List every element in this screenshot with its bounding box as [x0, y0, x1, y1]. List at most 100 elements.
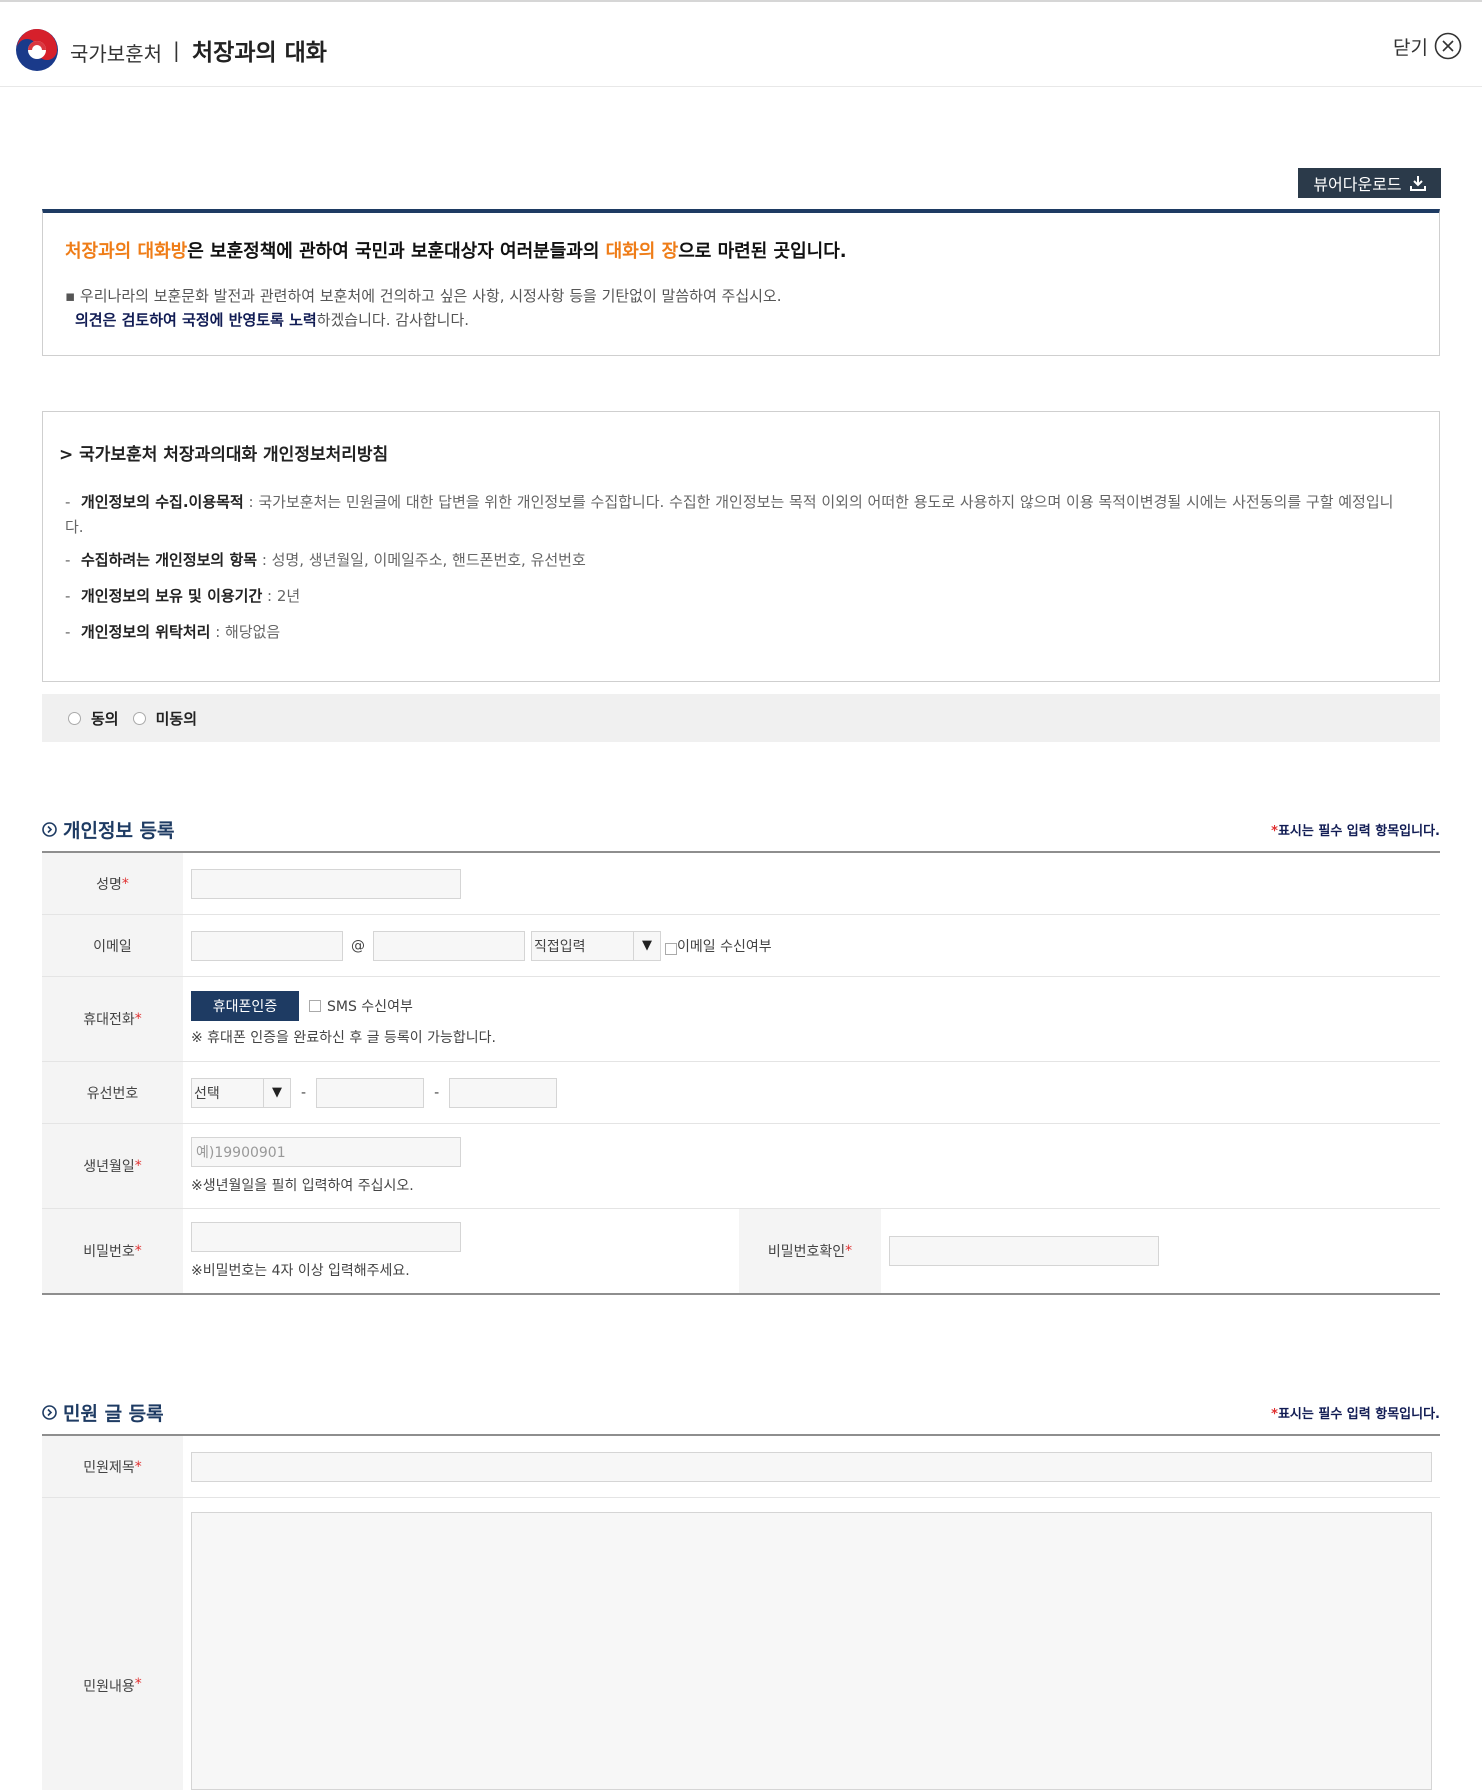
intro-head-mid: 은 보훈정책에 관하여 국민과 보훈대상자 여러분들과의	[187, 241, 606, 262]
policy-item-text: : 성명, 생년월일, 이메일주소, 핸드폰번호, 유선번호	[257, 551, 586, 569]
email-domain-select-value: 직접입력	[534, 938, 586, 955]
circle-chevron-icon	[42, 822, 57, 837]
disagree-radio[interactable]	[132, 711, 146, 725]
policy-item-label: 수집하려는 개인정보의 항목	[81, 551, 258, 569]
download-icon	[1409, 176, 1426, 191]
name-row: 성명 *	[42, 853, 1440, 915]
policy-title: > 국가보훈처 처장과의대화 개인정보처리방침	[59, 445, 389, 465]
subject-input[interactable]	[191, 1451, 1432, 1482]
policy-dash: -	[65, 623, 71, 641]
email-label: 이메일	[42, 915, 183, 976]
password-note: ※비밀번호는 4자 이상 입력해주세요.	[191, 1263, 410, 1279]
taegeuk-logo-icon	[16, 28, 58, 71]
policy-item-text: : 해당없음	[210, 623, 281, 641]
landline-middle-input[interactable]	[316, 1077, 425, 1108]
policy-item: - 개인정보의 수집.이용목적 : 국가보훈처는 민원글에 대한 답변을 위한 개…	[65, 490, 1405, 540]
landline-row: 유선번호 선택 ▼ - -	[42, 1062, 1440, 1124]
landline-label: 유선번호	[42, 1062, 183, 1123]
agree-label[interactable]: 동의	[91, 708, 119, 729]
personal-section-label: 개인정보 등록	[63, 820, 175, 842]
email-receive-checkbox[interactable]	[665, 942, 677, 955]
personal-section-title: 개인정보 등록	[42, 816, 175, 843]
policy-dash: -	[65, 551, 71, 569]
circle-chevron-icon	[42, 1405, 57, 1420]
required-note: *표시는 필수 입력 항목입니다.	[1271, 820, 1440, 839]
intro-line-1: ▪ 우리나라의 보훈문화 발전과 관련하여 보훈처에 건의하고 싶은 사항, 시…	[65, 287, 782, 305]
intro-highlight-1: 처장과의 대화방	[65, 241, 188, 262]
close-icon	[1434, 32, 1462, 60]
title-separator: |	[173, 38, 180, 62]
password-row: 비밀번호 * ※비밀번호는 4자 이상 입력해주세요. 비밀번호확인 *	[42, 1209, 1440, 1293]
intro-highlight-2: 대화의 장	[605, 241, 679, 262]
birth-note: ※생년월일을 필히 입력하여 주십시오.	[191, 1178, 414, 1194]
email-at-symbol: @	[351, 937, 365, 954]
intro-line-2-rest: 하겠습니다. 감사합니다.	[316, 311, 470, 329]
policy-item-label: 개인정보의 수집.이용목적	[81, 493, 244, 511]
agree-radio[interactable]	[68, 711, 81, 725]
close-label: 닫기	[1393, 36, 1428, 59]
policy-item: - 수집하려는 개인정보의 항목 : 성명, 생년월일, 이메일주소, 핸드폰번호…	[65, 548, 1405, 573]
required-star: *	[1271, 824, 1278, 839]
email-domain-select[interactable]: 직접입력 ▼	[531, 930, 661, 961]
chevron-down-icon: ▼	[633, 931, 660, 960]
mobile-note: ※ 휴대폰 인증을 완료하신 후 글 등록이 가능합니다.	[191, 1030, 496, 1046]
sms-receive-label: SMS 수신여부	[327, 999, 413, 1015]
policy-item-text: : 국가보훈처는 민원글에 대한 답변을 위한 개인정보를 수집합니다. 수집한…	[65, 493, 1394, 536]
dash: -	[301, 1084, 307, 1101]
phone-verify-button[interactable]: 휴대폰인증	[191, 991, 299, 1021]
email-id-input[interactable]	[191, 930, 343, 961]
name-label: 성명 *	[42, 853, 183, 914]
policy-item-label: 개인정보의 위탁처리	[81, 623, 211, 641]
close-button[interactable]: 닫기	[1393, 30, 1462, 62]
landline-area-select[interactable]: 선택 ▼	[191, 1077, 291, 1108]
name-input[interactable]	[191, 868, 461, 899]
header: 국가보훈처 | 처장과의 대화 닫기	[0, 2, 1482, 87]
birth-input[interactable]: 예)19900901	[191, 1137, 461, 1167]
mobile-label: 휴대전화 *	[42, 977, 183, 1061]
policy-item: - 개인정보의 보유 및 이용기간 : 2년	[65, 584, 1405, 609]
required-note-text: 표시는 필수 입력 항목입니다.	[1277, 1407, 1440, 1422]
mobile-row: 휴대전화 * 휴대폰인증 SMS 수신여부 ※ 휴대폰 인증을 완료하신 후 글 …	[42, 977, 1440, 1062]
content-textarea[interactable]	[191, 1512, 1432, 1790]
policy-item: - 개인정보의 위탁처리 : 해당없음	[65, 620, 1405, 645]
policy-dash: -	[65, 587, 71, 605]
content-row: 민원내용 *	[42, 1498, 1440, 1790]
viewer-download-label: 뷰어다운로드	[1313, 175, 1402, 194]
email-domain-input[interactable]	[373, 930, 525, 961]
required-note: *표시는 필수 입력 항목입니다.	[1271, 1403, 1440, 1422]
password-label: 비밀번호 *	[42, 1209, 183, 1293]
intro-line-2-bold: 의견은 검토하여 국정에 반영토록 노력	[75, 311, 317, 329]
birth-placeholder: 예)19900901	[196, 1145, 286, 1161]
birth-label: 생년월일 *	[42, 1124, 183, 1208]
privacy-policy-box: > 국가보훈처 처장과의대화 개인정보처리방침 - 개인정보의 수집.이용목적 :…	[42, 411, 1440, 682]
intro-box: 처장과의 대화방은 보훈정책에 관하여 국민과 보훈대상자 여러분들과의 대화의…	[42, 209, 1440, 356]
landline-select-value: 선택	[194, 1085, 220, 1102]
consent-bar: 동의 미동의	[42, 694, 1440, 742]
subject-row: 민원제목 *	[42, 1436, 1440, 1498]
required-note-text: 표시는 필수 입력 항목입니다.	[1277, 824, 1440, 839]
password-input[interactable]	[191, 1222, 461, 1252]
password-confirm-label: 비밀번호확인 *	[739, 1209, 881, 1293]
petition-form: 민원제목 * 민원내용 *	[42, 1434, 1440, 1791]
sms-receive-checkbox[interactable]	[309, 1000, 321, 1012]
subject-label: 민원제목 *	[42, 1436, 183, 1497]
email-row: 이메일 @ 직접입력 ▼ 이메일 수신여부	[42, 915, 1440, 977]
viewer-download-button[interactable]: 뷰어다운로드	[1298, 168, 1441, 198]
landline-last-input[interactable]	[449, 1077, 558, 1108]
personal-info-form: 성명* 이메일 @ 직접입력 ▼ 이메일 수신여부 휴대전화* 휴대폰인증	[42, 851, 1440, 1295]
petition-section-title: 민원 글 등록	[42, 1399, 164, 1426]
dash: -	[434, 1084, 440, 1101]
intro-headline: 처장과의 대화방은 보훈정책에 관하여 국민과 보훈대상자 여러분들과의 대화의…	[65, 237, 847, 263]
intro-line-2: 의견은 검토하여 국정에 반영토록 노력하겠습니다. 감사합니다.	[75, 309, 469, 330]
disagree-label[interactable]: 미동의	[156, 708, 197, 729]
org-name: 국가보훈처	[70, 42, 162, 66]
intro-head-end: 으로 마련된 곳입니다.	[678, 241, 847, 262]
password-confirm-input[interactable]	[889, 1236, 1159, 1266]
content-label: 민원내용 *	[42, 1498, 183, 1790]
petition-section-label: 민원 글 등록	[63, 1403, 164, 1425]
page-title: 처장과의 대화	[192, 40, 327, 66]
policy-item-text: : 2년	[262, 587, 301, 605]
birth-row: 생년월일 * 예)19900901 ※생년월일을 필히 입력하여 주십시오.	[42, 1124, 1440, 1209]
chevron-down-icon: ▼	[263, 1078, 290, 1107]
required-star: *	[1271, 1407, 1278, 1422]
